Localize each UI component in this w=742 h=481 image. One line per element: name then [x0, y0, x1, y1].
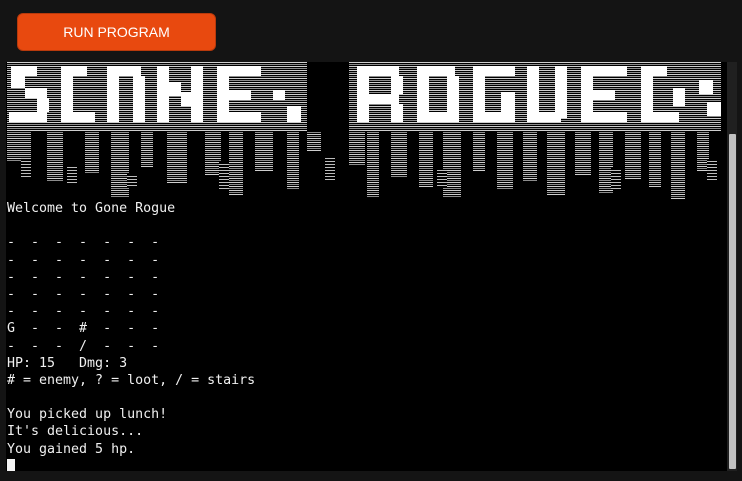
terminal-line: - - - / - - -	[7, 338, 160, 354]
terminal-line: - - - - - - -	[7, 252, 160, 268]
terminal-line: Welcome to Gone Rogue	[7, 201, 176, 216]
terminal-line: You gained 5 hp.	[7, 441, 136, 457]
terminal-line: - - - - - - -	[7, 235, 160, 251]
terminal-line: HP: 15 Dmg: 3	[7, 355, 128, 371]
terminal-scrollbar[interactable]	[727, 62, 737, 471]
terminal-line: G - - # - - -	[7, 321, 160, 337]
run-program-button[interactable]: RUN PROGRAM	[17, 13, 216, 51]
ascii-art-banner	[7, 62, 721, 200]
terminal-line: # = enemy, ? = loot, / = stairs	[7, 372, 256, 388]
terminal-line: You picked up lunch!	[7, 407, 168, 423]
terminal-line: - - - - - - -	[7, 269, 160, 285]
terminal[interactable]: Welcome to Gone Rogue - - - - - - -- - - …	[6, 62, 737, 471]
terminal-line: - - - - - - -	[7, 304, 160, 320]
terminal-line: - - - - - - -	[7, 286, 160, 302]
cursor	[7, 458, 15, 471]
scrollbar-thumb[interactable]	[729, 134, 736, 469]
terminal-input-line[interactable]	[7, 458, 255, 471]
terminal-output: Welcome to Gone Rogue - - - - - - -- - - …	[7, 200, 255, 471]
terminal-line: It's delicious...	[7, 424, 144, 440]
